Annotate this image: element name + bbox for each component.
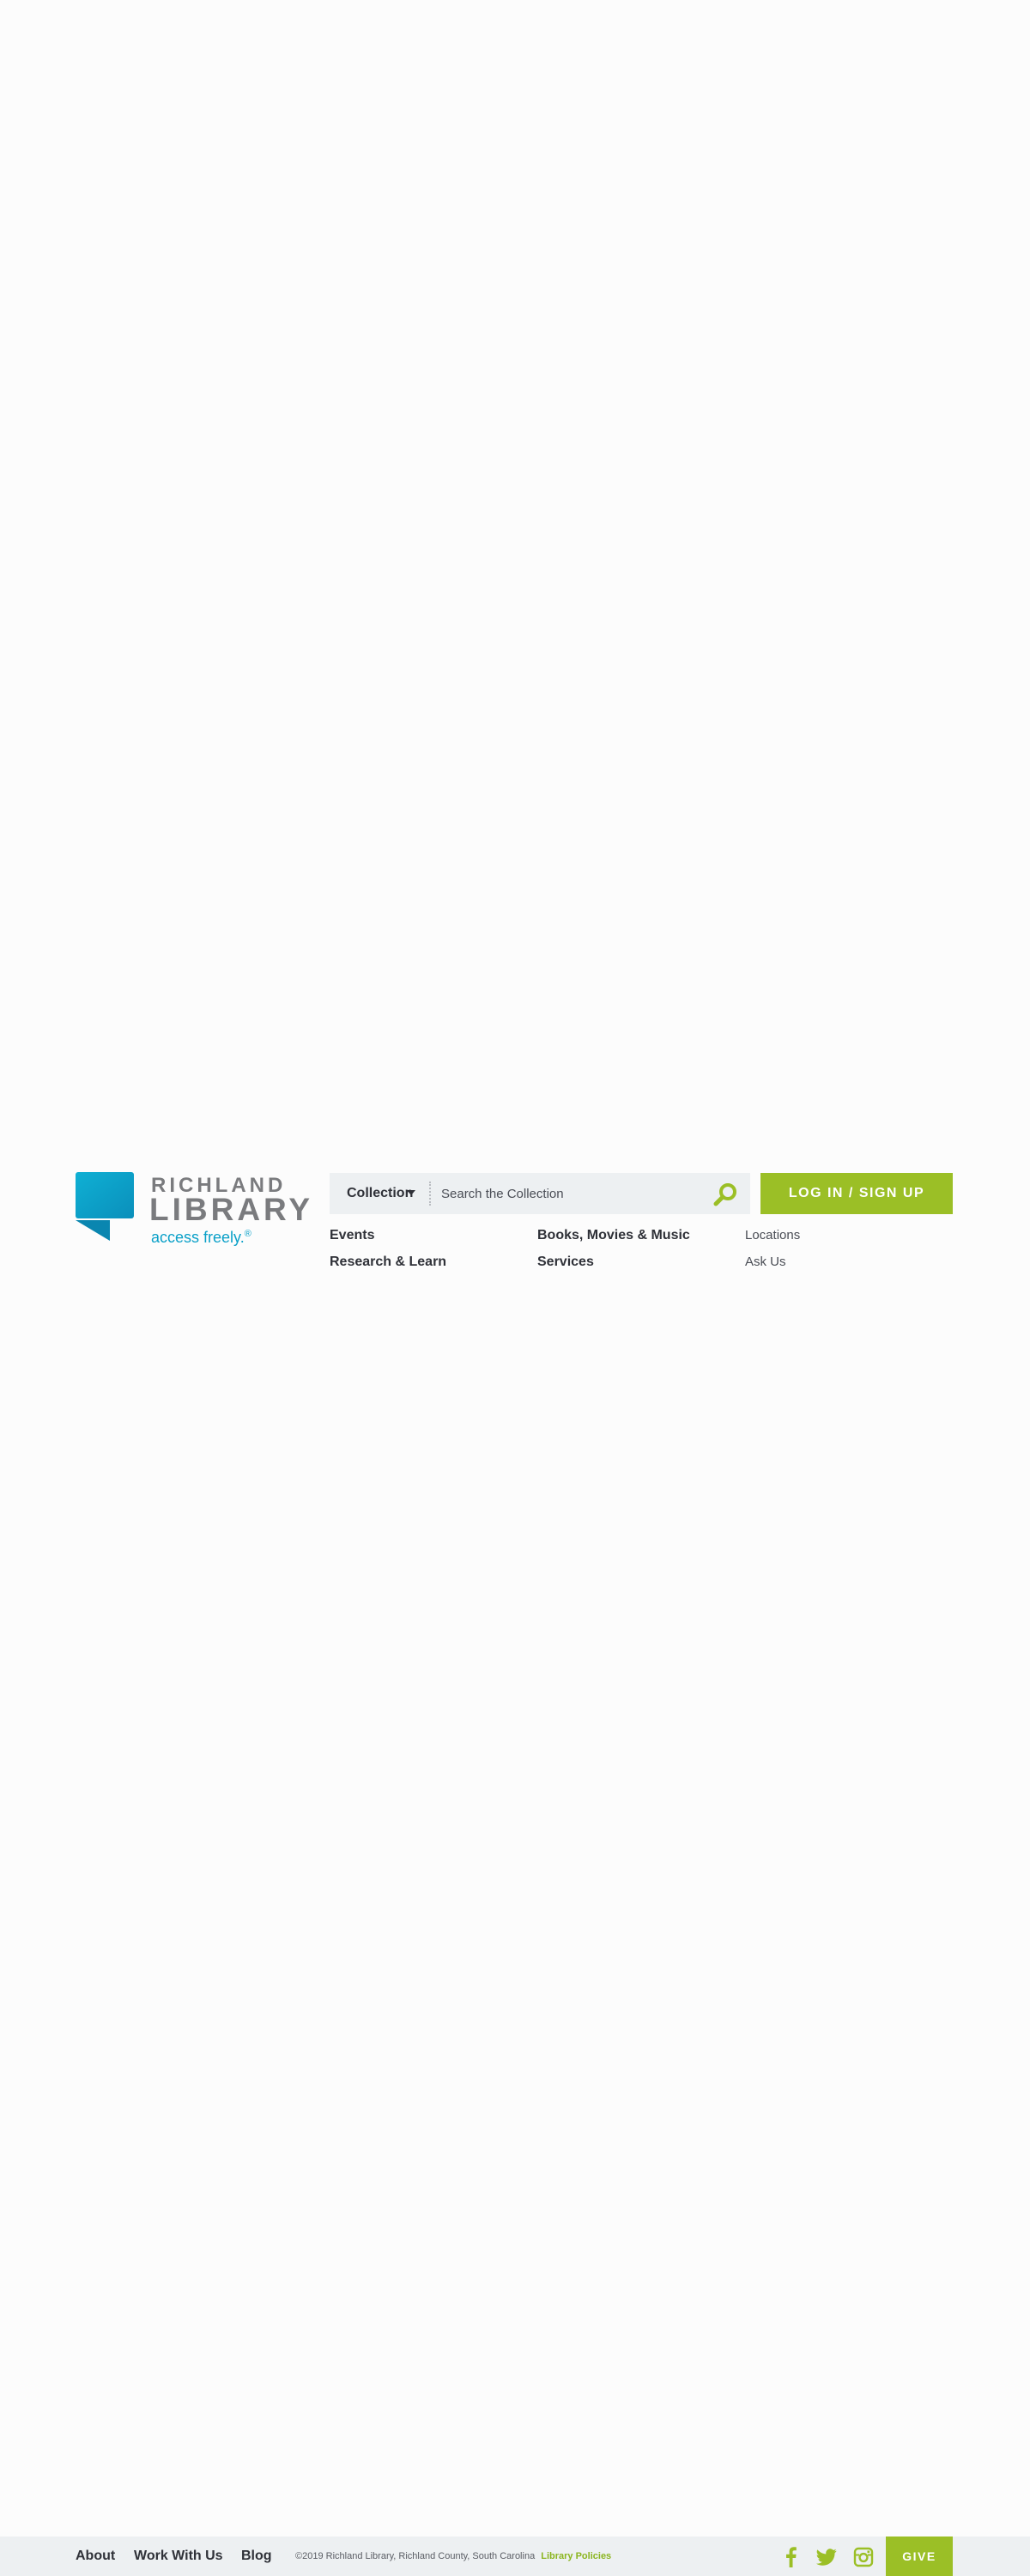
logo-tagline-text: access freely. [151, 1229, 245, 1246]
give-button[interactable]: GIVE [886, 2537, 953, 2576]
footer-link-about[interactable]: About [76, 2537, 115, 2576]
nav-events[interactable]: Events [330, 1228, 374, 1243]
speech-bubble-logo-icon [76, 1172, 134, 1241]
search-icon [713, 1183, 736, 1206]
registered-mark: ® [244, 1229, 251, 1239]
nav-locations[interactable]: Locations [745, 1228, 800, 1242]
nav-research-learn[interactable]: Research & Learn [330, 1255, 446, 1270]
site-footer: About Work With Us Blog ©2019 Richland L… [0, 2537, 1030, 2576]
logo-word-library: LIBRARY [149, 1192, 314, 1227]
search-bar: Collection [330, 1173, 750, 1214]
footer-link-work-with-us[interactable]: Work With Us [134, 2537, 223, 2576]
facebook-icon [786, 2547, 797, 2567]
instagram-icon [853, 2547, 874, 2567]
footer-link-blog[interactable]: Blog [241, 2537, 272, 2576]
nav-ask-us[interactable]: Ask Us [745, 1255, 786, 1269]
login-signup-button[interactable]: LOG IN / SIGN UP [760, 1173, 953, 1214]
library-policies-link[interactable]: Library Policies [541, 2551, 611, 2561]
site-header: RICHLAND LIBRARY access freely.® Collect… [0, 1168, 1030, 1288]
copyright-text: ©2019 Richland Library, Richland County,… [295, 2537, 611, 2576]
copyright-notice: ©2019 Richland Library, Richland County,… [295, 2551, 536, 2561]
search-divider [429, 1182, 431, 1206]
logo-tagline: access freely.® [151, 1229, 251, 1247]
caret-down-icon [407, 1190, 415, 1195]
nav-services[interactable]: Services [537, 1255, 594, 1270]
twitter-link[interactable] [815, 2547, 839, 2567]
search-submit-button[interactable] [712, 1182, 738, 1207]
nav-books-movies-music[interactable]: Books, Movies & Music [537, 1228, 690, 1243]
search-input[interactable] [441, 1173, 699, 1214]
richland-library-logo[interactable]: RICHLAND LIBRARY access freely.® [76, 1172, 310, 1249]
twitter-icon [816, 2549, 837, 2566]
search-scope-label: Collection [347, 1186, 414, 1200]
instagram-link[interactable] [853, 2547, 874, 2567]
facebook-link[interactable] [781, 2547, 802, 2567]
search-scope-dropdown[interactable]: Collection [330, 1173, 429, 1214]
